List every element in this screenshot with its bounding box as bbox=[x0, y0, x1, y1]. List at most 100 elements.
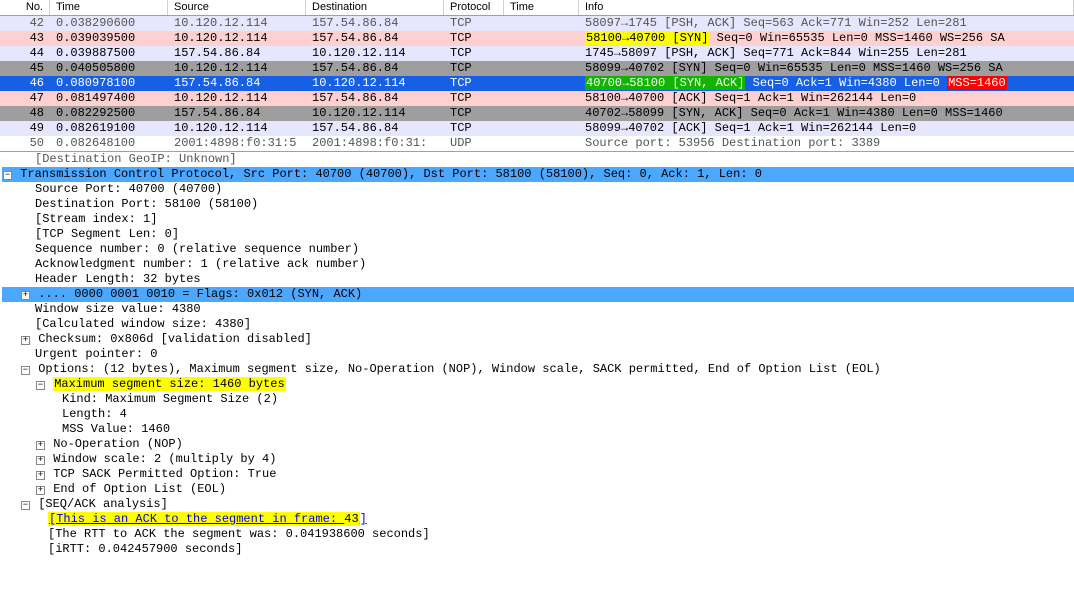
tree-mss-len[interactable]: Length: 4 bbox=[2, 407, 1074, 422]
packet-row[interactable]: 490.08261910010.120.12.114157.54.86.84TC… bbox=[0, 121, 1074, 136]
packet-cell: 44 bbox=[0, 46, 50, 61]
packet-cell: 0.082619100 bbox=[50, 121, 168, 136]
packet-info: 58099→40702 [SYN] Seq=0 Win=65535 Len=0 … bbox=[579, 61, 1074, 76]
col-header-destination[interactable]: Destination bbox=[306, 0, 444, 15]
packet-cell bbox=[504, 31, 579, 46]
expand-icon[interactable]: + bbox=[21, 291, 30, 300]
packet-row[interactable]: 460.080978100157.54.86.8410.120.12.114TC… bbox=[0, 76, 1074, 91]
packet-row[interactable]: 450.04050580010.120.12.114157.54.86.84TC… bbox=[0, 61, 1074, 76]
packet-row[interactable]: 480.082292500157.54.86.8410.120.12.114TC… bbox=[0, 106, 1074, 121]
packet-info: 58100→40700 [SYN] Seq=0 Win=65535 Len=0 … bbox=[579, 31, 1074, 46]
collapse-icon[interactable]: − bbox=[21, 501, 30, 510]
packet-cell: 50 bbox=[0, 136, 50, 151]
packet-cell: 47 bbox=[0, 91, 50, 106]
packet-cell: 157.54.86.84 bbox=[306, 31, 444, 46]
packet-cell: 157.54.86.84 bbox=[168, 106, 306, 121]
packet-row[interactable]: 500.0826481002001:4898:f0:31:52001:4898:… bbox=[0, 136, 1074, 151]
packet-cell: TCP bbox=[444, 46, 504, 61]
tree-mss[interactable]: − Maximum segment size: 1460 bytes bbox=[2, 377, 1074, 392]
packet-cell bbox=[504, 46, 579, 61]
tree-hdrlen[interactable]: Header Length: 32 bytes bbox=[2, 272, 1074, 287]
tree-nop[interactable]: + No-Operation (NOP) bbox=[2, 437, 1074, 452]
packet-cell: 0.082648100 bbox=[50, 136, 168, 151]
packet-cell: TCP bbox=[444, 106, 504, 121]
tree-flags[interactable]: + .... 0000 0001 0010 = Flags: 0x012 (SY… bbox=[2, 287, 1074, 302]
packet-cell: 0.081497400 bbox=[50, 91, 168, 106]
packet-info: 58099→40702 [ACK] Seq=1 Ack=1 Win=262144… bbox=[579, 121, 1074, 136]
tree-mss-kind[interactable]: Kind: Maximum Segment Size (2) bbox=[2, 392, 1074, 407]
tree-srcport[interactable]: Source Port: 40700 (40700) bbox=[2, 182, 1074, 197]
tree-stream[interactable]: [Stream index: 1] bbox=[2, 212, 1074, 227]
collapse-icon[interactable]: − bbox=[21, 366, 30, 375]
tree-ackframe[interactable]: [This is an ACK to the segment in frame:… bbox=[2, 512, 1074, 527]
packet-rows: 420.03829060010.120.12.114157.54.86.84TC… bbox=[0, 16, 1074, 151]
tree-calcwin[interactable]: [Calculated window size: 4380] bbox=[2, 317, 1074, 332]
packet-cell: 2001:4898:f0:31: bbox=[306, 136, 444, 151]
tree-eol[interactable]: + End of Option List (EOL) bbox=[2, 482, 1074, 497]
packet-cell: TCP bbox=[444, 61, 504, 76]
packet-cell: 10.120.12.114 bbox=[306, 106, 444, 121]
collapse-icon[interactable]: − bbox=[36, 381, 45, 390]
tree-checksum[interactable]: + Checksum: 0x806d [validation disabled] bbox=[2, 332, 1074, 347]
packet-info: 1745→58097 [PSH, ACK] Seq=771 Ack=844 Wi… bbox=[579, 46, 1074, 61]
tree-line[interactable]: [Destination GeoIP: Unknown] bbox=[2, 152, 1074, 167]
tree-ws[interactable]: + Window scale: 2 (multiply by 4) bbox=[2, 452, 1074, 467]
packet-cell: TCP bbox=[444, 16, 504, 31]
tree-irtt[interactable]: [iRTT: 0.042457900 seconds] bbox=[2, 542, 1074, 557]
packet-cell: 46 bbox=[0, 76, 50, 91]
tree-tcp-header[interactable]: − Transmission Control Protocol, Src Por… bbox=[2, 167, 1074, 182]
collapse-icon[interactable]: − bbox=[3, 171, 12, 180]
tree-seglen[interactable]: [TCP Segment Len: 0] bbox=[2, 227, 1074, 242]
packet-cell: 0.082292500 bbox=[50, 106, 168, 121]
packet-cell bbox=[504, 136, 579, 151]
col-header-source[interactable]: Source bbox=[168, 0, 306, 15]
tree-acknum[interactable]: Acknowledgment number: 1 (relative ack n… bbox=[2, 257, 1074, 272]
packet-row[interactable]: 420.03829060010.120.12.114157.54.86.84TC… bbox=[0, 16, 1074, 31]
packet-cell bbox=[504, 61, 579, 76]
tree-urgent[interactable]: Urgent pointer: 0 bbox=[2, 347, 1074, 362]
packet-cell: 0.040505800 bbox=[50, 61, 168, 76]
expand-icon[interactable]: + bbox=[36, 456, 45, 465]
expand-icon[interactable]: + bbox=[36, 486, 45, 495]
col-header-time2[interactable]: Time bbox=[504, 0, 579, 15]
packet-cell bbox=[504, 121, 579, 136]
packet-cell: 43 bbox=[0, 31, 50, 46]
tree-sack[interactable]: + TCP SACK Permitted Option: True bbox=[2, 467, 1074, 482]
col-header-info[interactable]: Info bbox=[579, 0, 1074, 15]
tree-winsize[interactable]: Window size value: 4380 bbox=[2, 302, 1074, 317]
col-header-no[interactable]: No. bbox=[0, 0, 50, 15]
packet-info: 40700→58100 [SYN, ACK] Seq=0 Ack=1 Win=4… bbox=[579, 76, 1074, 91]
packet-list-pane: No. Time Source Destination Protocol Tim… bbox=[0, 0, 1074, 152]
col-header-time[interactable]: Time bbox=[50, 0, 168, 15]
packet-cell: 42 bbox=[0, 16, 50, 31]
packet-cell: 49 bbox=[0, 121, 50, 136]
packet-cell bbox=[504, 76, 579, 91]
packet-info: 40702→58099 [SYN, ACK] Seq=0 Ack=1 Win=4… bbox=[579, 106, 1074, 121]
packet-row[interactable]: 440.039887500157.54.86.8410.120.12.114TC… bbox=[0, 46, 1074, 61]
packet-cell bbox=[504, 16, 579, 31]
packet-cell: 157.54.86.84 bbox=[306, 16, 444, 31]
packet-cell: 0.080978100 bbox=[50, 76, 168, 91]
packet-row[interactable]: 470.08149740010.120.12.114157.54.86.84TC… bbox=[0, 91, 1074, 106]
tree-rtt[interactable]: [The RTT to ACK the segment was: 0.04193… bbox=[2, 527, 1074, 542]
expand-icon[interactable]: + bbox=[36, 471, 45, 480]
packet-cell: 0.039039500 bbox=[50, 31, 168, 46]
packet-cell: 10.120.12.114 bbox=[168, 31, 306, 46]
packet-cell: 10.120.12.114 bbox=[306, 76, 444, 91]
packet-cell: 2001:4898:f0:31:5 bbox=[168, 136, 306, 151]
packet-info: 58097→1745 [PSH, ACK] Seq=563 Ack=771 Wi… bbox=[579, 16, 1074, 31]
packet-cell: TCP bbox=[444, 76, 504, 91]
packet-row[interactable]: 430.03903950010.120.12.114157.54.86.84TC… bbox=[0, 31, 1074, 46]
tree-options[interactable]: − Options: (12 bytes), Maximum segment s… bbox=[2, 362, 1074, 377]
packet-cell: 157.54.86.84 bbox=[168, 46, 306, 61]
tree-dstport[interactable]: Destination Port: 58100 (58100) bbox=[2, 197, 1074, 212]
expand-icon[interactable]: + bbox=[21, 336, 30, 345]
tree-seqack[interactable]: − [SEQ/ACK analysis] bbox=[2, 497, 1074, 512]
packet-cell bbox=[504, 106, 579, 121]
tree-mss-val[interactable]: MSS Value: 1460 bbox=[2, 422, 1074, 437]
col-header-protocol[interactable]: Protocol bbox=[444, 0, 504, 15]
tree-seqnum[interactable]: Sequence number: 0 (relative sequence nu… bbox=[2, 242, 1074, 257]
packet-cell: 45 bbox=[0, 61, 50, 76]
expand-icon[interactable]: + bbox=[36, 441, 45, 450]
packet-cell: 10.120.12.114 bbox=[168, 61, 306, 76]
